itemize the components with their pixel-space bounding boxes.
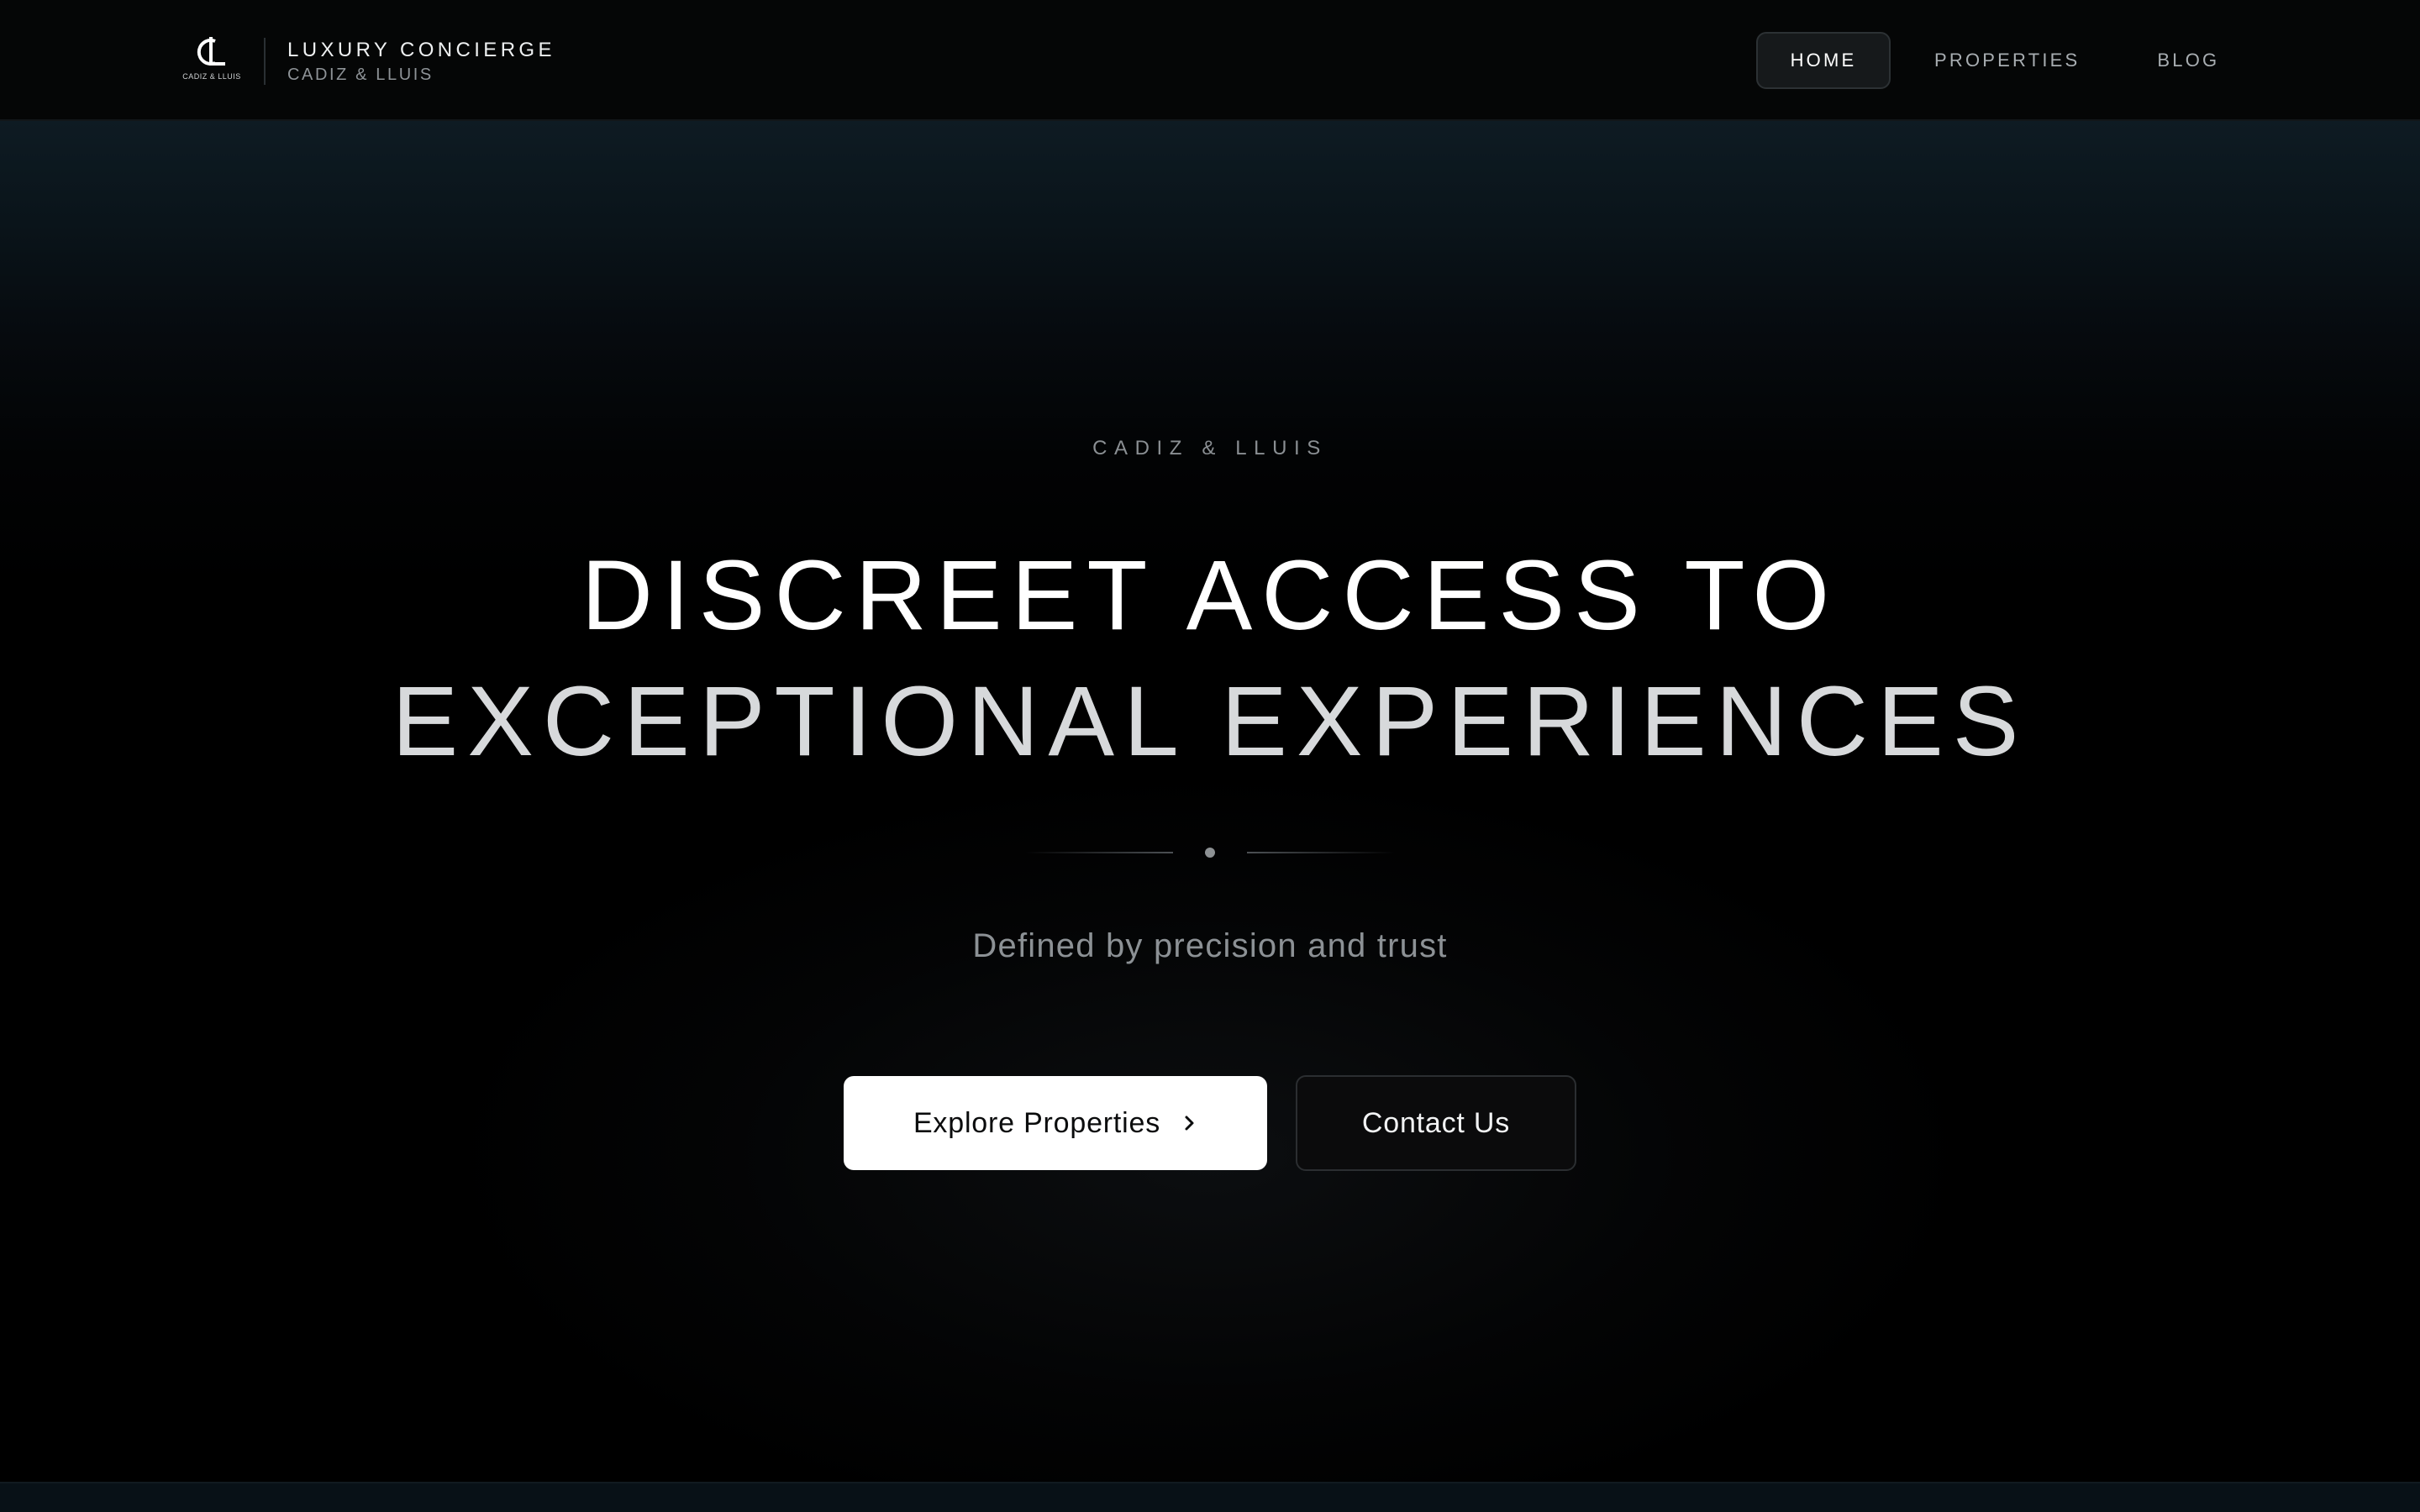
explore-properties-label: Explore Properties xyxy=(913,1106,1161,1139)
divider-dot-icon xyxy=(1205,848,1215,858)
nav-item-blog[interactable]: BLOG xyxy=(2157,32,2219,89)
nav-item-properties[interactable]: PROPERTIES xyxy=(1934,32,2080,89)
chevron-right-icon xyxy=(1182,1113,1197,1133)
logo-caption: CADIZ & LLUIS xyxy=(182,72,241,81)
main-nav: HOME PROPERTIES BLOG xyxy=(1756,32,2219,89)
headline-line-1: DISCREET ACCESS TO xyxy=(581,540,1839,651)
brand-title: LUXURY CONCIERGE xyxy=(287,38,555,61)
logo: CADIZ & LLUIS xyxy=(178,34,245,89)
hero-headline: DISCREET ACCESS TO EXCEPTIONAL EXPERIENC… xyxy=(0,533,2420,785)
ornament-divider xyxy=(1025,848,1395,858)
brand-subtitle: CADIZ & LLUIS xyxy=(287,65,434,84)
brand-text: LUXURY CONCIERGE CADIZ & LLUIS xyxy=(287,38,555,86)
logo-monogram-icon xyxy=(197,37,225,66)
cta-row: Explore Properties Contact Us xyxy=(844,1075,1576,1171)
hero-tagline: Defined by precision and trust xyxy=(972,927,1448,964)
top-navbar: CADIZ & LLUIS LUXURY CONCIERGE CADIZ & L… xyxy=(0,0,2420,121)
divider-rule-left xyxy=(1025,852,1173,853)
brand-divider xyxy=(264,38,266,85)
brand[interactable]: CADIZ & LLUIS LUXURY CONCIERGE CADIZ & L… xyxy=(178,34,555,89)
headline-line-2: EXCEPTIONAL EXPERIENCES xyxy=(392,666,2028,777)
contact-us-button[interactable]: Contact Us xyxy=(1296,1075,1576,1171)
divider-rule-right xyxy=(1247,852,1395,853)
contact-us-label: Contact Us xyxy=(1361,1106,1511,1139)
next-section-edge xyxy=(0,1482,2420,1512)
page: CADIZ & LLUIS LUXURY CONCIERGE CADIZ & L… xyxy=(0,0,2420,1512)
hero-section: CADIZ & LLUIS DISCREET ACCESS TO EXCEPTI… xyxy=(0,121,2420,1512)
explore-properties-button[interactable]: Explore Properties xyxy=(844,1076,1267,1170)
hero-eyebrow: CADIZ & LLUIS xyxy=(1092,437,1328,459)
nav-item-home[interactable]: HOME xyxy=(1756,32,1891,89)
